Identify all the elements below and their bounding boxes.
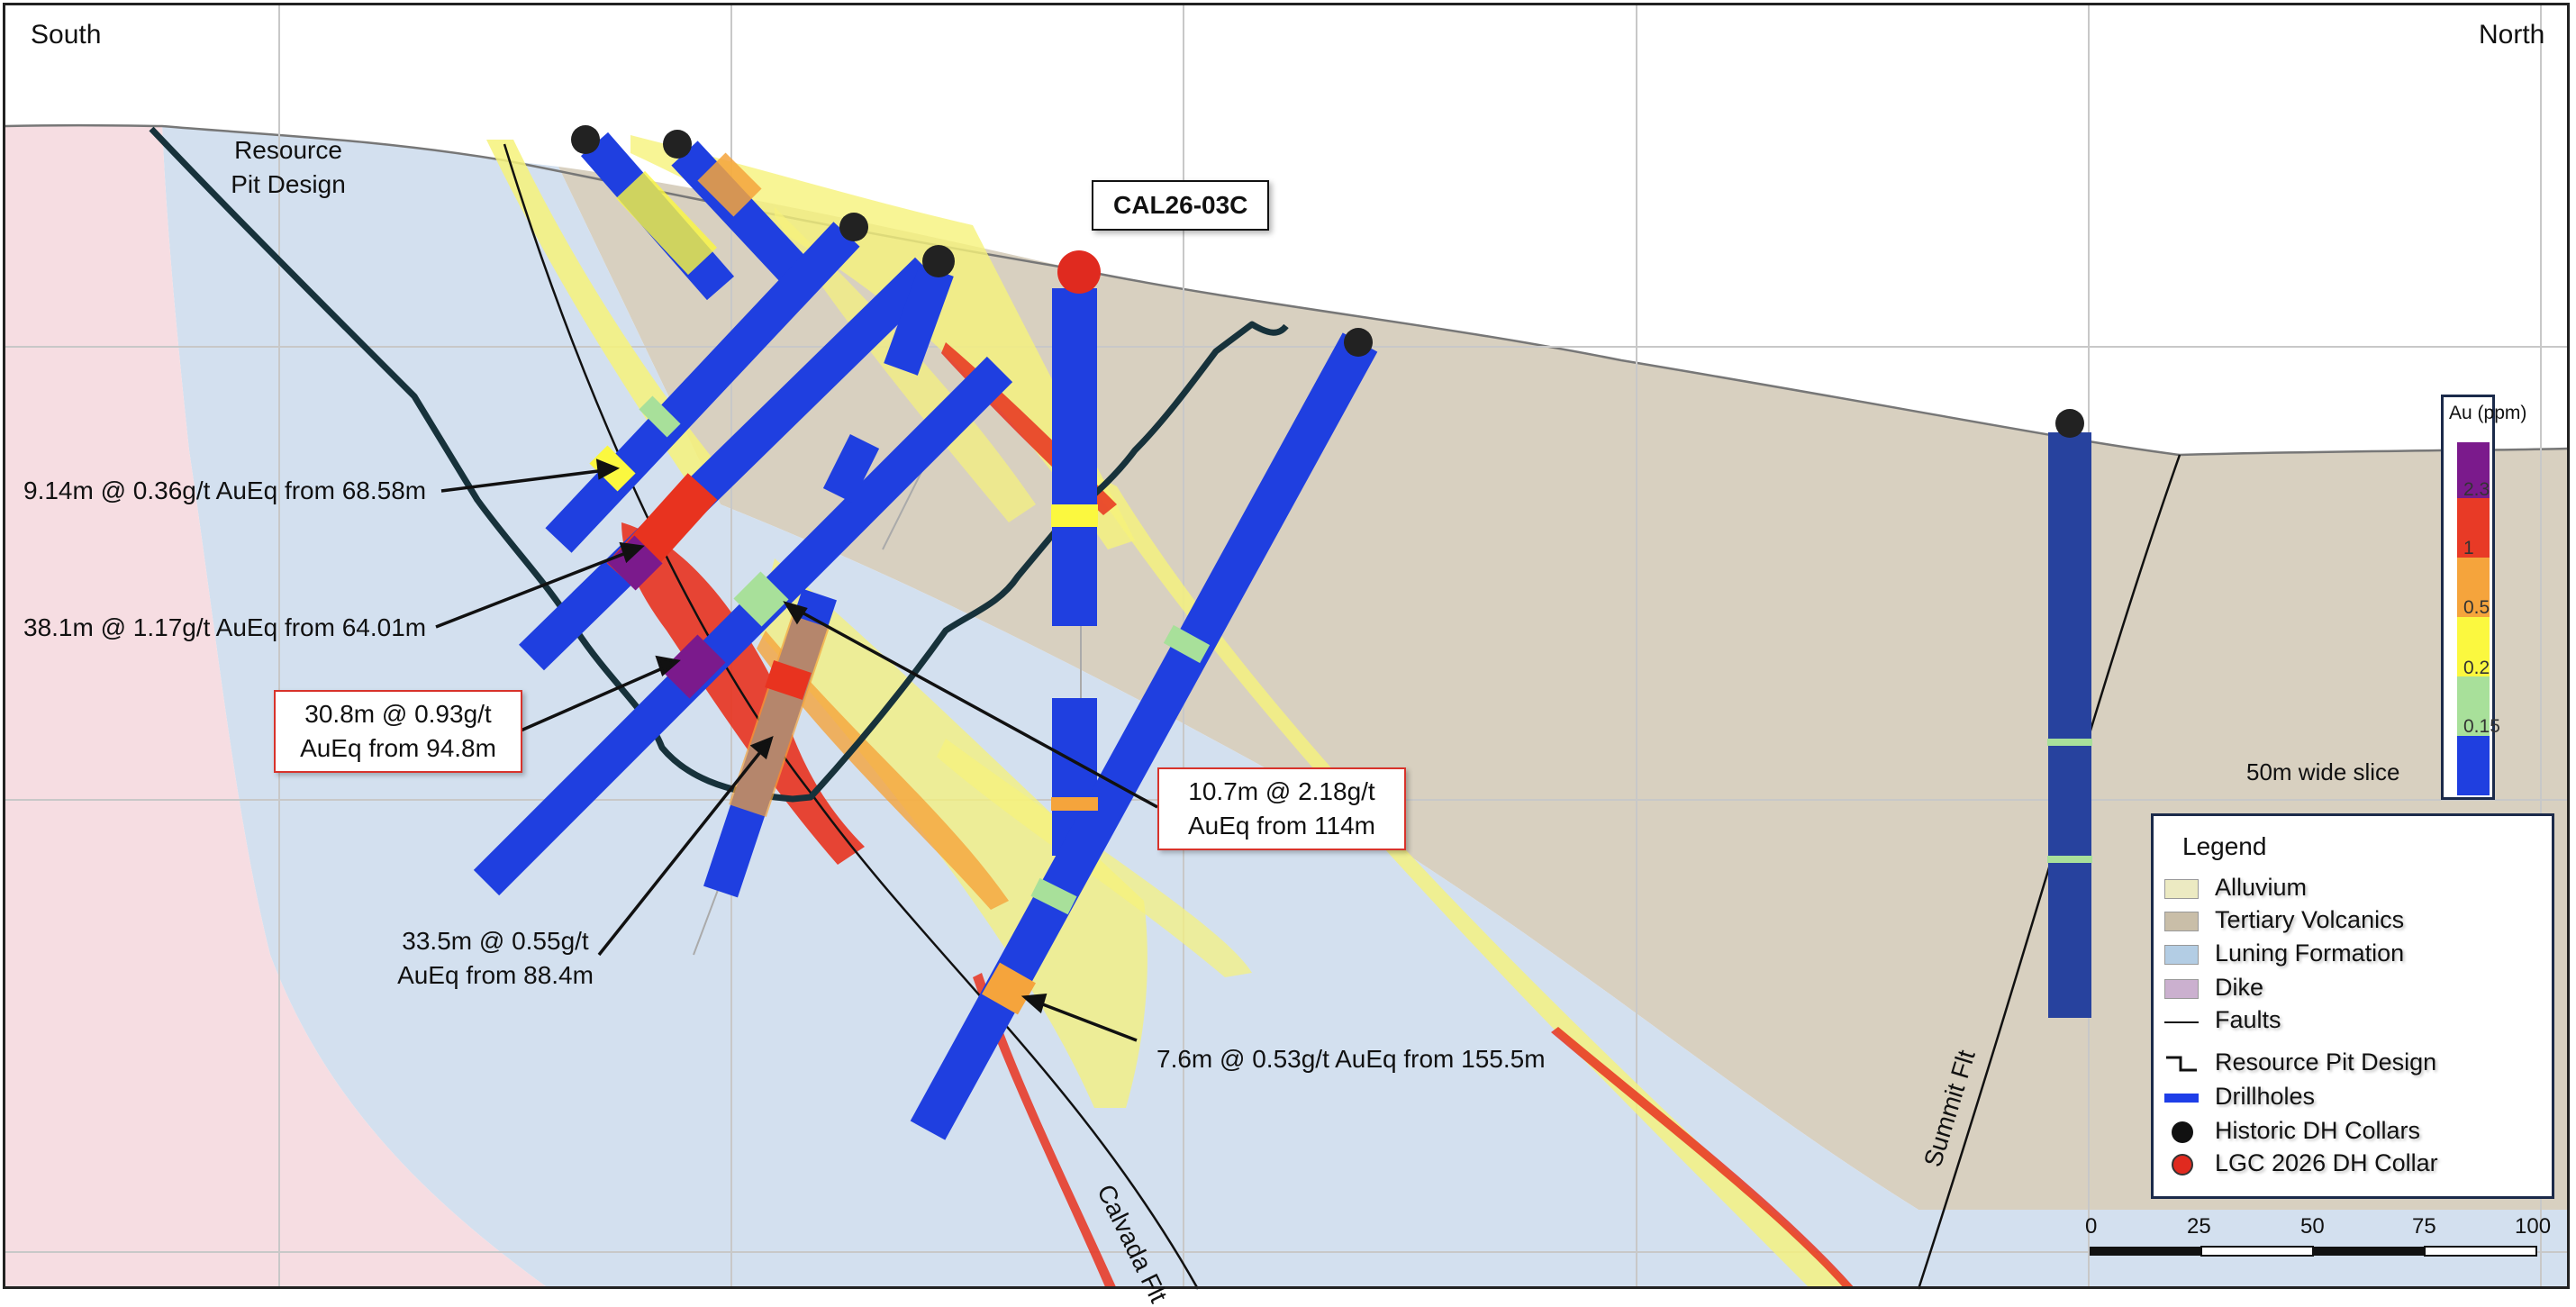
scale-bar-tick: 25 (2187, 1214, 2211, 1239)
intercept-callout-box: 10.7m @ 2.18g/t AuEq from 114m (1157, 767, 1406, 850)
alluvium-swatch (2164, 879, 2199, 899)
lgc-collar-symbol (2172, 1154, 2193, 1175)
legend-label: Tertiary Volcanics (2215, 906, 2405, 933)
legend: Legend Alluvium Tertiary Volcanics Lunin… (2151, 813, 2554, 1199)
lgc-2026-collar (1057, 250, 1101, 294)
scale-bar-tick: 50 (2300, 1214, 2325, 1239)
scale-bin (2457, 736, 2490, 795)
legend-item: Resource Pit Design (2154, 1048, 2550, 1079)
legend-item: Tertiary Volcanics (2154, 906, 2550, 937)
volcanics-swatch (2164, 912, 2199, 931)
pit-design-symbol (2166, 1056, 2197, 1072)
scale-bar (2090, 1246, 2537, 1257)
south-label: South (31, 20, 102, 50)
historic-collar (1344, 328, 1373, 357)
intercept-line1: 30.8m @ 0.93g/t (304, 700, 492, 728)
legend-label: Dike (2215, 974, 2264, 1001)
luning-swatch (2164, 945, 2199, 965)
scale-bar-tick: 0 (2085, 1214, 2098, 1239)
intercept-line2: AuEq from 88.4m (397, 961, 594, 989)
historic-collar (922, 245, 955, 277)
legend-label: Historic DH Collars (2215, 1117, 2421, 1144)
scale-bar-tick: 75 (2412, 1214, 2436, 1239)
intercept-line1: 10.7m @ 2.18g/t (1188, 777, 1375, 805)
legend-label: Faults (2215, 1006, 2281, 1033)
legend-item: LGC 2026 DH Collar (2154, 1149, 2550, 1180)
legend-label: Alluvium (2215, 874, 2308, 901)
scale-tick: 0.15 (2463, 716, 2500, 737)
slice-width-note: 50m wide slice (2246, 758, 2400, 785)
legend-label: Resource Pit Design (2215, 1048, 2437, 1076)
drillhole-symbol (2164, 1094, 2199, 1103)
historic-collar (839, 213, 868, 241)
intercept-label: 9.14m @ 0.36g/t AuEq from 68.58m (23, 477, 427, 504)
scale-bar-tick: 100 (2515, 1214, 2552, 1239)
historic-collar (571, 125, 600, 154)
fault-line-symbol (2164, 1021, 2199, 1023)
intercept-line2: AuEq from 94.8m (300, 734, 496, 762)
historic-collar (663, 130, 692, 159)
north-label: North (2479, 20, 2545, 50)
intercept-callout-box: 30.8m @ 0.93g/t AuEq from 94.8m (274, 690, 522, 773)
legend-item: Drillholes (2154, 1083, 2550, 1113)
intercept-line2: AuEq from 114m (1187, 812, 1376, 840)
pit-label-line2: Pit Design (231, 170, 346, 198)
historic-collar-symbol (2172, 1121, 2193, 1143)
legend-item: Faults (2154, 1006, 2550, 1037)
drillhole-tag: CAL26-03C (1092, 180, 1270, 231)
intercept-label: 38.1m @ 1.17g/t AuEq from 64.01m (23, 613, 427, 641)
legend-label: LGC 2026 DH Collar (2215, 1149, 2438, 1176)
intercept-label: 7.6m @ 0.53g/t AuEq from 155.5m (1156, 1045, 1546, 1073)
scale-tick: 0.2 (2463, 658, 2490, 678)
legend-item: Alluvium (2154, 874, 2550, 904)
legend-item: Dike (2154, 974, 2550, 1004)
scale-title: Au (ppm) (2449, 403, 2527, 423)
pit-design-label: Resource Pit Design (207, 133, 369, 202)
legend-title: Legend (2182, 832, 2267, 860)
legend-label: Drillholes (2215, 1083, 2316, 1110)
legend-label: Luning Formation (2215, 939, 2405, 967)
intercept-line1: 33.5m @ 0.55g/t (402, 927, 589, 955)
legend-item: Luning Formation (2154, 939, 2550, 970)
dike-swatch (2164, 979, 2199, 999)
scale-tick: 1 (2463, 538, 2474, 558)
pit-label-line1: Resource (234, 136, 342, 164)
intercept-label: 33.5m @ 0.55g/t AuEq from 88.4m (360, 924, 630, 993)
historic-collar (2055, 409, 2084, 438)
scale-tick: 0.5 (2463, 597, 2490, 618)
legend-item: Historic DH Collars (2154, 1117, 2550, 1148)
scale-tick: 2.3 (2463, 479, 2490, 500)
